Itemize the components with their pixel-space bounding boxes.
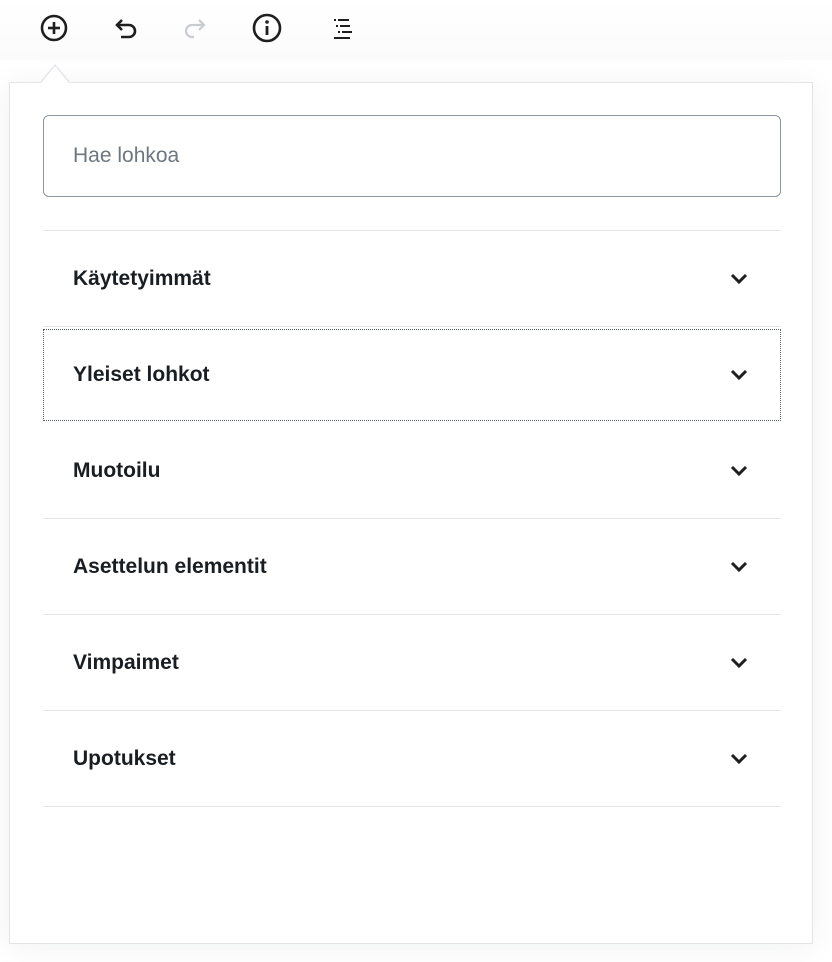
category-label: Upotukset xyxy=(73,746,176,770)
plus-circle-icon xyxy=(40,14,68,42)
undo-icon xyxy=(115,19,137,39)
chevron-down-icon xyxy=(730,273,748,284)
category-embeds[interactable]: Upotukset xyxy=(43,711,781,807)
chevron-down-icon xyxy=(730,753,748,764)
add-block-button[interactable] xyxy=(36,10,72,46)
category-most-used[interactable]: Käytetyimmät xyxy=(43,231,781,327)
category-layout-elements[interactable]: Asettelun elementit xyxy=(43,519,781,615)
redo-button[interactable] xyxy=(178,10,214,46)
info-icon xyxy=(252,13,282,43)
editor-toolbar xyxy=(0,0,832,60)
category-label: Muotoilu xyxy=(73,458,161,482)
undo-button[interactable] xyxy=(107,10,143,46)
category-label: Yleiset lohkot xyxy=(73,363,210,386)
redo-icon xyxy=(184,19,206,39)
category-common-blocks[interactable]: Yleiset lohkot xyxy=(43,329,781,421)
popover-arrow-fill xyxy=(41,66,69,83)
chevron-down-icon xyxy=(730,657,748,668)
category-widgets[interactable]: Vimpaimet xyxy=(43,615,781,711)
block-search-input[interactable] xyxy=(43,115,781,197)
category-label: Vimpaimet xyxy=(73,650,179,674)
category-formatting[interactable]: Muotoilu xyxy=(43,423,781,519)
chevron-down-icon xyxy=(730,465,748,476)
category-label: Käytetyimmät xyxy=(73,266,211,290)
block-navigation-button[interactable] xyxy=(323,10,359,46)
category-label: Asettelun elementit xyxy=(73,554,267,578)
chevron-down-icon xyxy=(730,369,748,381)
chevron-down-icon xyxy=(730,561,748,572)
content-structure-button[interactable] xyxy=(249,10,285,46)
block-categories-list: Käytetyimmät Yleiset lohkot Muotoilu Ase… xyxy=(43,231,781,807)
list-view-icon xyxy=(334,19,352,39)
